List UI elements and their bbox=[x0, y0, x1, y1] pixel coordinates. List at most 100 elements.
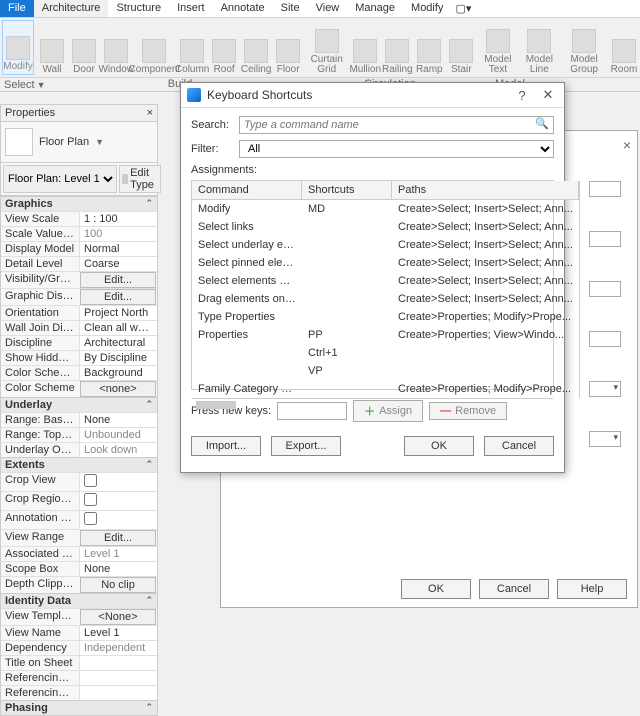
help-icon[interactable]: ? bbox=[512, 88, 532, 103]
close-icon[interactable]: × bbox=[623, 137, 631, 153]
filter-select[interactable]: All bbox=[239, 140, 554, 158]
view-selector[interactable]: Floor Plan: Level 1 bbox=[3, 165, 117, 193]
ribbon-floor[interactable]: Floor bbox=[272, 18, 304, 77]
val-view-name[interactable]: Level 1 bbox=[79, 626, 157, 640]
chk-annotation-crop[interactable] bbox=[84, 512, 97, 525]
ribbon-wall[interactable]: Wall bbox=[36, 18, 68, 77]
table-row: Select underlay elementsCreate>Select; I… bbox=[192, 236, 579, 254]
ribbon-model-group[interactable]: Model Group bbox=[560, 18, 608, 77]
btn-graphic-display[interactable]: Edit... bbox=[80, 289, 156, 305]
horizontal-scrollbar[interactable] bbox=[192, 398, 553, 399]
under-help-button[interactable]: Help bbox=[557, 579, 627, 599]
import-button[interactable]: Import... bbox=[191, 436, 261, 456]
close-icon[interactable]: ✕ bbox=[538, 87, 558, 103]
tab-overflow[interactable]: ▢▾ bbox=[451, 0, 475, 17]
col-command[interactable]: Command bbox=[192, 181, 302, 199]
val-annotation-crop[interactable] bbox=[79, 511, 157, 529]
ribbon-ceiling[interactable]: Ceiling bbox=[240, 18, 272, 77]
val-show-hidden[interactable]: By Discipline bbox=[79, 351, 157, 365]
chk-crop-view[interactable] bbox=[84, 474, 97, 487]
cancel-button[interactable]: Cancel bbox=[484, 436, 554, 456]
ribbon-mullion[interactable]: Mullion bbox=[349, 18, 381, 77]
tab-view[interactable]: View bbox=[308, 0, 348, 17]
under-field-4[interactable] bbox=[589, 331, 621, 347]
group-extents[interactable]: Extents⌃ bbox=[1, 457, 157, 472]
val-color-scheme[interactable]: <none> bbox=[80, 381, 156, 397]
ribbon-door[interactable]: Door bbox=[68, 18, 100, 77]
ribbon-column[interactable]: Column bbox=[176, 18, 208, 77]
col-shortcuts[interactable]: Shortcuts bbox=[302, 181, 392, 199]
under-field-1[interactable] bbox=[589, 181, 621, 197]
group-phasing[interactable]: Phasing⌃ bbox=[1, 700, 157, 715]
tab-insert[interactable]: Insert bbox=[169, 0, 213, 17]
val-crop-region[interactable] bbox=[79, 492, 157, 510]
val-wall-join[interactable]: Clean all wall joins bbox=[79, 321, 157, 335]
ribbon-component[interactable]: Component bbox=[133, 18, 177, 77]
tab-site[interactable]: Site bbox=[273, 0, 308, 17]
properties-title: Properties bbox=[5, 107, 55, 119]
btn-view-range[interactable]: Edit... bbox=[80, 530, 156, 546]
remove-button[interactable]: —Remove bbox=[429, 402, 507, 420]
vertical-scrollbar[interactable] bbox=[579, 181, 580, 398]
table-row: Select pinned elementsCreate>Select; Ins… bbox=[192, 254, 579, 272]
assign-button[interactable]: ＋Assign bbox=[353, 400, 423, 422]
ok-button[interactable]: OK bbox=[404, 436, 474, 456]
under-cancel-button[interactable]: Cancel bbox=[479, 579, 549, 599]
under-field-2[interactable] bbox=[589, 231, 621, 247]
under-dropdown-1[interactable] bbox=[589, 381, 621, 397]
ribbon-roof[interactable]: Roof bbox=[208, 18, 240, 77]
tab-structure[interactable]: Structure bbox=[108, 0, 169, 17]
tab-modify[interactable]: Modify bbox=[403, 0, 451, 17]
lbl-scope-box: Scope Box bbox=[1, 562, 79, 576]
lbl-underlay-orient: Underlay Orienta... bbox=[1, 443, 79, 457]
val-display-model[interactable]: Normal bbox=[79, 242, 157, 256]
tab-manage[interactable]: Manage bbox=[347, 0, 403, 17]
group-underlay[interactable]: Underlay⌃ bbox=[1, 397, 157, 412]
chk-crop-region[interactable] bbox=[84, 493, 97, 506]
ribbon-curtain-grid[interactable]: Curtain Grid bbox=[304, 18, 349, 77]
edit-type-button[interactable]: Edit Type bbox=[119, 165, 161, 193]
val-discipline[interactable]: Architectural bbox=[79, 336, 157, 350]
curtain-grid-icon bbox=[315, 29, 339, 53]
val-crop-view[interactable] bbox=[79, 473, 157, 491]
ribbon-ramp[interactable]: Ramp bbox=[413, 18, 445, 77]
floor-plan-icon bbox=[5, 128, 33, 156]
btn-depth-clip[interactable]: No clip bbox=[80, 577, 156, 593]
ribbon-railing[interactable]: Railing bbox=[381, 18, 413, 77]
group-identity[interactable]: Identity Data⌃ bbox=[1, 593, 157, 608]
btn-view-template[interactable]: <None> bbox=[80, 609, 156, 625]
val-view-scale[interactable]: 1 : 100 bbox=[79, 212, 157, 226]
search-icon[interactable]: 🔍 bbox=[531, 117, 553, 133]
keyboard-shortcuts-dialog: Keyboard Shortcuts ? ✕ Search: 🔍 Filter:… bbox=[180, 82, 565, 473]
table-body[interactable]: ModifyMDCreate>Select; Insert>Select; An… bbox=[192, 200, 579, 398]
ribbon-stair[interactable]: Stair bbox=[445, 18, 477, 77]
btn-vis-graphics[interactable]: Edit... bbox=[80, 272, 156, 288]
lbl-color-scheme: Color Scheme bbox=[1, 381, 79, 397]
search-input[interactable] bbox=[240, 117, 531, 133]
export-button[interactable]: Export... bbox=[271, 436, 341, 456]
val-orientation[interactable]: Project North bbox=[79, 306, 157, 320]
val-title-sheet[interactable] bbox=[79, 656, 157, 670]
ribbon-model-line[interactable]: Model Line bbox=[518, 18, 560, 77]
val-color-loc[interactable]: Background bbox=[79, 366, 157, 380]
tab-architecture[interactable]: Architecture bbox=[34, 0, 109, 17]
group-graphics[interactable]: Graphics⌃ bbox=[1, 196, 157, 211]
properties-close-icon[interactable]: × bbox=[147, 107, 153, 119]
group-select[interactable]: Select▼ bbox=[0, 78, 40, 91]
press-keys-input[interactable] bbox=[277, 402, 347, 420]
ribbon-room[interactable]: Room bbox=[608, 18, 640, 77]
ribbon-modify[interactable]: Modify bbox=[2, 20, 34, 75]
val-range-base[interactable]: None bbox=[79, 413, 157, 427]
ribbon-tabs: File Architecture Structure Insert Annot… bbox=[0, 0, 640, 18]
type-selector[interactable]: Floor Plan ▼ bbox=[1, 122, 157, 163]
val-detail-level[interactable]: Coarse bbox=[79, 257, 157, 271]
col-paths[interactable]: Paths bbox=[392, 181, 579, 199]
minus-icon: — bbox=[440, 405, 451, 417]
under-ok-button[interactable]: OK bbox=[401, 579, 471, 599]
under-dropdown-2[interactable] bbox=[589, 431, 621, 447]
under-field-3[interactable] bbox=[589, 281, 621, 297]
val-scope-box[interactable]: None bbox=[79, 562, 157, 576]
tab-annotate[interactable]: Annotate bbox=[213, 0, 273, 17]
ribbon-model-text[interactable]: Model Text bbox=[477, 18, 518, 77]
tab-file[interactable]: File bbox=[0, 0, 34, 17]
